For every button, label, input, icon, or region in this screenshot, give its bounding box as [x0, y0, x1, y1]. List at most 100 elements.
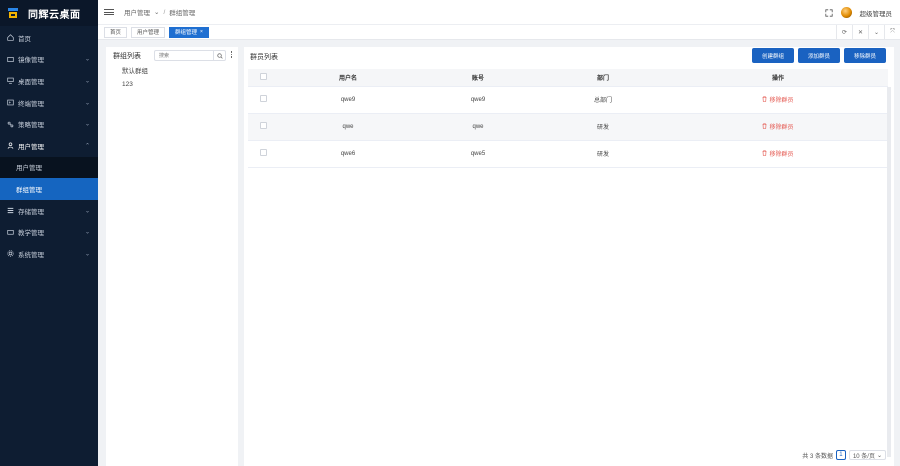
table-header-row: 用户名 账号 部门 操作: [248, 69, 888, 87]
search-icon[interactable]: [213, 51, 225, 60]
close-icon[interactable]: ✕: [852, 25, 868, 40]
remove-member-link[interactable]: 移除群员: [762, 122, 794, 131]
cell-username: qwe6: [278, 140, 418, 168]
sidebar-subitem-label: 群组管理: [16, 186, 42, 194]
disk-icon: [6, 55, 14, 63]
group-list-panel: 群组列表 默认群组 123: [106, 47, 238, 466]
sidebar-item-label: 系统管理: [18, 251, 44, 259]
fullscreen-icon[interactable]: [824, 8, 833, 17]
pagination: 共 3 条数据 1 10 条/页 ⌄: [802, 450, 886, 460]
header-right: 超级管理员: [824, 0, 893, 25]
breadcrumb-item-current: 群组管理: [169, 10, 196, 17]
cell-account: qwe9: [418, 86, 538, 114]
row-checkbox[interactable]: [259, 149, 267, 156]
monitor-icon: [6, 77, 14, 85]
more-options-icon[interactable]: [230, 51, 233, 58]
table-scrollbar[interactable]: [887, 87, 891, 457]
tab-label: 群组管理: [175, 30, 198, 36]
chevron-down-icon: ⌄: [84, 208, 90, 215]
settings-icon: [6, 250, 14, 258]
chevron-down-icon[interactable]: ⌄: [868, 25, 884, 40]
column-header-username: 用户名: [278, 69, 418, 87]
sidebar-item-label: 教学管理: [18, 230, 44, 238]
page-size-select[interactable]: 10 条/页 ⌄: [848, 450, 886, 460]
terminal-icon: [6, 99, 14, 107]
chevron-down-icon: ⌄: [84, 56, 90, 63]
column-header-actions: 操作: [668, 69, 888, 87]
remove-member-button[interactable]: 移除群员: [844, 48, 886, 63]
sidebar-item-policy[interactable]: 策略管理 ⌄: [0, 113, 98, 135]
select-all-checkbox[interactable]: [259, 72, 267, 80]
sidebar-item-teaching[interactable]: 教学管理 ⌄: [0, 221, 98, 243]
cell-username: qwe: [278, 113, 418, 141]
sidebar-item-label: 终端管理: [18, 100, 44, 108]
user-icon: [6, 142, 14, 150]
top-header: 用户管理 ⌄ / 群组管理 超级管理员: [98, 0, 900, 25]
create-group-button[interactable]: 创建群组: [752, 48, 794, 63]
remove-member-link[interactable]: 移除群员: [762, 149, 794, 158]
row-checkbox[interactable]: [259, 122, 267, 129]
table-row: qwe qwe 研发 移除群员: [248, 113, 888, 141]
page-number-button[interactable]: 1: [835, 450, 846, 460]
close-icon[interactable]: ×: [200, 29, 203, 35]
sidebar-item-image[interactable]: 镜像管理 ⌄: [0, 49, 98, 71]
refresh-icon[interactable]: ⟳: [836, 25, 852, 40]
storage-icon: [6, 207, 14, 215]
logo-icon: [8, 8, 18, 18]
row-checkbox-cell: [248, 86, 278, 114]
sidebar-item-system[interactable]: 系统管理 ⌄: [0, 243, 98, 265]
chevron-down-icon: ⌄: [84, 229, 90, 236]
group-item[interactable]: 默认群组: [106, 63, 238, 77]
chevron-down-icon: ⌄: [154, 9, 160, 16]
remove-member-label: 移除群员: [769, 97, 794, 104]
logo: 同辉云桌面: [0, 0, 98, 26]
chevron-down-icon: ⌄: [84, 121, 90, 128]
user-name[interactable]: 超级管理员: [860, 8, 893, 18]
tab-user-management[interactable]: 用户管理: [131, 26, 166, 38]
table-row: qwe9 qwe9 总部门 移除群员: [248, 86, 888, 114]
trash-icon: [762, 150, 767, 157]
avatar[interactable]: [840, 7, 852, 18]
row-checkbox-cell: [248, 140, 278, 168]
sidebar-item-user-management[interactable]: 用户管理 ⌃: [0, 135, 98, 157]
chevron-down-icon: ⌄: [84, 100, 90, 107]
menu-toggle-icon[interactable]: [104, 9, 114, 15]
policy-icon: [6, 120, 14, 128]
sidebar-item-terminal[interactable]: 终端管理 ⌄: [0, 92, 98, 114]
tab-group-management[interactable]: 群组管理 ×: [169, 26, 209, 38]
sidebar-subitem-groups[interactable]: 群组管理: [0, 178, 98, 200]
cell-actions: 移除群员: [668, 86, 888, 114]
remove-member-label: 移除群员: [769, 124, 794, 131]
cell-username: qwe9: [278, 86, 418, 114]
sidebar-item-home[interactable]: 首页: [0, 27, 98, 49]
member-list-title: 群员列表: [250, 54, 278, 61]
cell-account: qwe5: [418, 140, 538, 168]
breadcrumb-item[interactable]: 用户管理: [124, 7, 150, 17]
tab-label: 首页: [110, 30, 122, 36]
expand-icon[interactable]: ⤧: [884, 25, 900, 40]
sidebar-subitem-users[interactable]: 用户管理: [0, 156, 98, 179]
add-member-button[interactable]: 添加群员: [798, 48, 840, 63]
trash-icon: [762, 123, 767, 130]
sidebar-item-desktop[interactable]: 桌面管理 ⌄: [0, 70, 98, 92]
remove-member-link[interactable]: 移除群员: [762, 95, 794, 104]
sidebar-item-label: 存储管理: [18, 208, 44, 216]
tab-tools: ⟳ ✕ ⌄ ⤧: [836, 25, 900, 40]
chevron-down-icon: ⌄: [84, 78, 90, 85]
cell-department: 总部门: [538, 86, 668, 114]
tab-label: 用户管理: [137, 30, 160, 36]
breadcrumb: 用户管理 ⌄ / 群组管理: [124, 7, 196, 18]
group-list-title: 群组列表: [113, 53, 141, 60]
sidebar-subitem-label: 用户管理: [16, 165, 42, 173]
tab-home[interactable]: 首页: [104, 26, 128, 38]
breadcrumb-separator: /: [163, 8, 166, 16]
page-size-value: 10 条/页: [852, 453, 875, 460]
chevron-down-icon: ⌄: [84, 251, 90, 258]
home-icon: [6, 34, 14, 42]
group-search-input[interactable]: [155, 51, 211, 60]
row-checkbox[interactable]: [259, 95, 267, 102]
remove-member-label: 移除群员: [769, 151, 794, 158]
sidebar-item-storage[interactable]: 存储管理 ⌄: [0, 200, 98, 222]
group-item[interactable]: 123: [106, 77, 238, 91]
select-all-cell: [248, 69, 278, 87]
